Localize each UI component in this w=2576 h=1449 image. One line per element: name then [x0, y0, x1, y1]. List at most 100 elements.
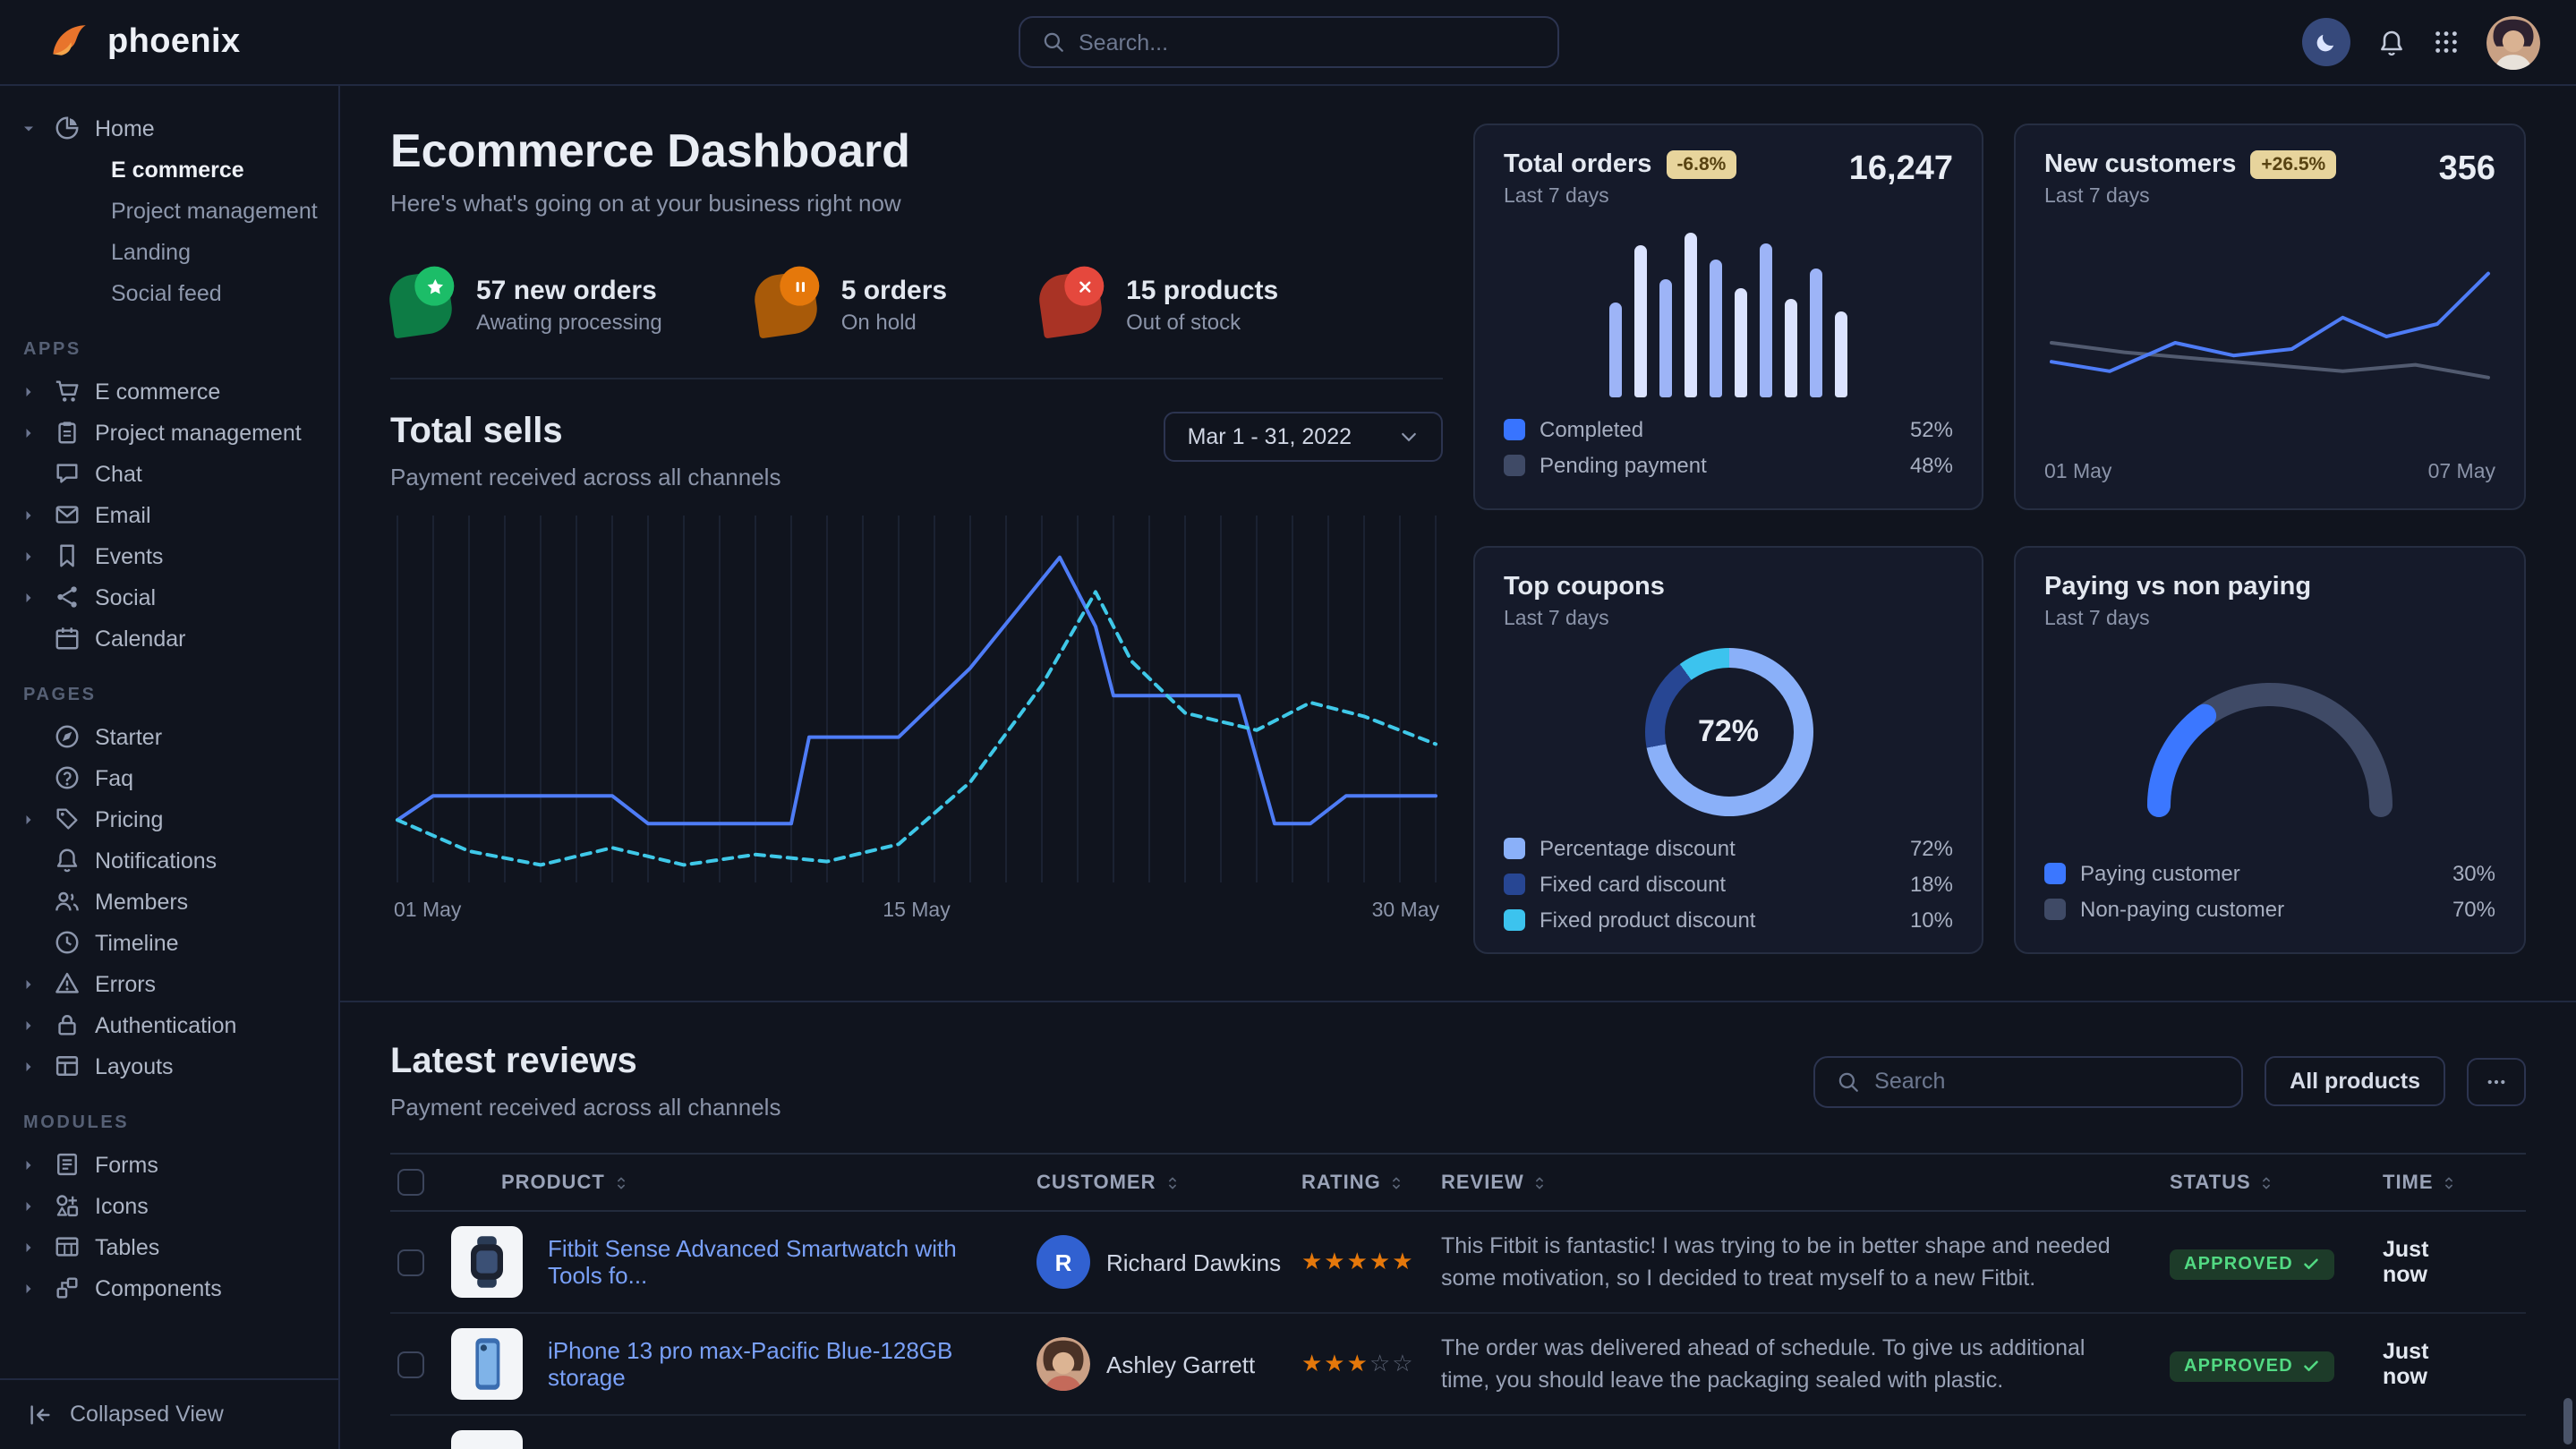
- date-range-select[interactable]: Mar 1 - 31, 2022: [1164, 412, 1443, 462]
- legend-label: Fixed card discount: [1540, 872, 1726, 897]
- new-customers-x-axis: 01 May 07 May: [2044, 462, 2495, 483]
- sidebar-item-ecommerce[interactable]: E commerce: [0, 371, 338, 412]
- legend-label: Fixed product discount: [1540, 908, 1755, 933]
- sidebar-item-label: Tables: [95, 1234, 159, 1259]
- column-header-customer[interactable]: CUSTOMER: [1036, 1172, 1301, 1193]
- sidebar-item-icons[interactable]: Icons: [0, 1185, 338, 1226]
- sidebar-item-starter[interactable]: Starter: [0, 716, 338, 757]
- card-period: Last 7 days: [1504, 609, 1665, 630]
- product-link[interactable]: Fitbit Sense Advanced Smartwatch with To…: [548, 1235, 1036, 1289]
- sidebar-item-landing[interactable]: Landing: [0, 231, 338, 272]
- review-text: This Fitbit is fantastic! I was trying t…: [1441, 1230, 2170, 1295]
- date-range-value: Mar 1 - 31, 2022: [1188, 424, 1352, 449]
- product-link[interactable]: iPhone 13 pro max-Pacific Blue-128GB sto…: [548, 1337, 1036, 1391]
- x-tick: 01 May: [394, 900, 461, 922]
- column-label: PRODUCT: [501, 1172, 605, 1193]
- x-tick: 30 May: [1372, 900, 1439, 922]
- legend-value: 72%: [1910, 836, 1953, 861]
- sidebar-section-modules: MODULES: [23, 1113, 338, 1133]
- x-tick: 07 May: [2428, 462, 2495, 483]
- legend-swatch: [2044, 899, 2066, 920]
- scrollbar-thumb[interactable]: [2563, 1397, 2572, 1444]
- table-row: Fitbit Sense Advanced Smartwatch with To…: [390, 1212, 2526, 1314]
- sidebar-item-project-management-dashboard[interactable]: Project management: [0, 190, 338, 231]
- reviews-search[interactable]: [1813, 1055, 2243, 1107]
- stat-out-of-stock: 15 products Out of stock: [1040, 274, 1278, 335]
- sidebar-item-label: Starter: [95, 724, 162, 749]
- sidebar-item-calendar[interactable]: Calendar: [0, 618, 338, 659]
- user-avatar[interactable]: [2486, 15, 2540, 69]
- all-products-button[interactable]: All products: [2265, 1056, 2445, 1106]
- apps-menu-button[interactable]: [2433, 29, 2460, 55]
- sidebar-item-errors[interactable]: Errors: [0, 963, 338, 1004]
- sidebar-item-label: Landing: [111, 239, 191, 264]
- sidebar-item-project-management[interactable]: Project management: [0, 412, 338, 453]
- search-icon: [1041, 30, 1064, 54]
- sidebar-item-ecommerce-dashboard[interactable]: E commerce: [0, 149, 338, 190]
- column-header-rating[interactable]: RATING: [1301, 1172, 1441, 1193]
- check-icon: [2302, 1357, 2320, 1375]
- sidebar-item-social[interactable]: Social: [0, 576, 338, 618]
- legend-value: 10%: [1910, 908, 1953, 933]
- smartwatch-image: [455, 1230, 519, 1294]
- rating-stars: ★★★★★: [1301, 1248, 1441, 1276]
- sort-icon: [1531, 1173, 1549, 1191]
- moon-icon: [2315, 30, 2338, 54]
- card-period: Last 7 days: [2044, 186, 2336, 208]
- customer-cell[interactable]: R Richard Dawkins: [1036, 1235, 1301, 1289]
- check-icon: [2302, 1255, 2320, 1273]
- sidebar-item-layouts[interactable]: Layouts: [0, 1045, 338, 1087]
- sidebar-item-pricing[interactable]: Pricing: [0, 798, 338, 840]
- product-image[interactable]: [451, 1226, 523, 1298]
- sidebar-item-authentication[interactable]: Authentication: [0, 1004, 338, 1045]
- select-all-checkbox[interactable]: [397, 1169, 424, 1196]
- caret-right-icon: [20, 423, 38, 441]
- row-checkbox[interactable]: [397, 1249, 424, 1275]
- legend-item: Percentage discount 72%: [1504, 831, 1953, 866]
- sidebar-item-label: Members: [95, 889, 188, 914]
- column-header-status[interactable]: STATUS: [2170, 1172, 2383, 1193]
- sidebar-item-tables[interactable]: Tables: [0, 1226, 338, 1267]
- sidebar-item-timeline[interactable]: Timeline: [0, 922, 338, 963]
- total-sells-chart: [390, 516, 1443, 891]
- ellipsis-icon: [2485, 1070, 2508, 1093]
- column-header-time[interactable]: TIME: [2383, 1172, 2534, 1193]
- product-image[interactable]: [451, 1430, 523, 1449]
- row-checkbox[interactable]: [397, 1351, 424, 1377]
- stat-value: 57 new orders: [476, 275, 662, 305]
- navbar-search[interactable]: [1018, 16, 1558, 68]
- stat-caption: Out of stock: [1126, 309, 1278, 334]
- navbar-search-input[interactable]: [1079, 30, 1535, 55]
- sidebar-item-home[interactable]: Home: [0, 107, 338, 149]
- sidebar-item-forms[interactable]: Forms: [0, 1144, 338, 1185]
- brand[interactable]: phoenix: [47, 20, 241, 64]
- sidebar-item-notifications[interactable]: Notifications: [0, 840, 338, 881]
- column-header-product[interactable]: PRODUCT: [451, 1172, 1036, 1193]
- sidebar-item-label: Social: [95, 584, 156, 609]
- reviews-subtitle: Payment received across all channels: [390, 1094, 780, 1121]
- product-image[interactable]: [451, 1328, 523, 1400]
- sidebar-item-email[interactable]: Email: [0, 494, 338, 535]
- sidebar-item-events[interactable]: Events: [0, 535, 338, 576]
- page-title: Ecommerce Dashboard: [390, 124, 1443, 179]
- notifications-button[interactable]: [2377, 28, 2406, 56]
- sidebar-item-members[interactable]: Members: [0, 881, 338, 922]
- more-options-button[interactable]: [2467, 1057, 2526, 1105]
- sidebar-item-label: Layouts: [95, 1053, 174, 1078]
- customer-cell[interactable]: Ashley Garrett: [1036, 1337, 1301, 1391]
- collapsed-view-toggle[interactable]: Collapsed View: [0, 1377, 338, 1449]
- total-orders-bar-chart: [1504, 233, 1953, 397]
- stat-caption: Awating processing: [476, 309, 662, 334]
- new-customers-line-chart: [2044, 243, 2495, 431]
- sidebar-item-label: Events: [95, 543, 163, 568]
- reviews-search-input[interactable]: [1874, 1069, 2220, 1094]
- stat-new-orders: 57 new orders Awating processing: [390, 274, 662, 335]
- sidebar-item-components[interactable]: Components: [0, 1267, 338, 1308]
- sidebar-item-faq[interactable]: Faq: [0, 757, 338, 798]
- theme-toggle-button[interactable]: [2302, 18, 2350, 66]
- column-header-review[interactable]: REVIEW: [1441, 1172, 2170, 1193]
- sidebar-item-social-feed[interactable]: Social feed: [0, 272, 338, 313]
- sidebar-item-chat[interactable]: Chat: [0, 453, 338, 494]
- legend-item: Pending payment 48%: [1504, 447, 1953, 483]
- sort-icon: [1388, 1173, 1406, 1191]
